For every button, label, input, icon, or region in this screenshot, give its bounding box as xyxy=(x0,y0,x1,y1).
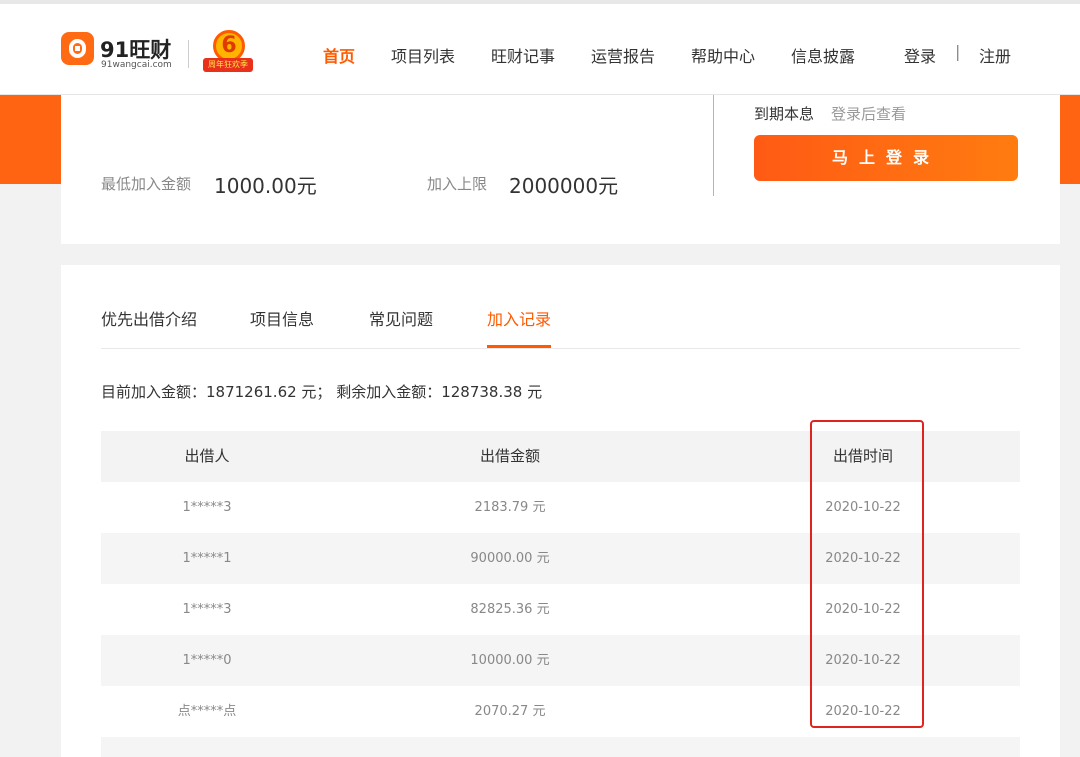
limit-label: 加入上限 xyxy=(427,175,488,193)
banner-band-right xyxy=(1060,95,1080,184)
nav-wangcai-notes[interactable]: 旺财记事 xyxy=(491,43,555,67)
lender-cell: 1*****0 xyxy=(182,653,232,668)
logo-icon[interactable] xyxy=(61,32,94,65)
amount-cell: 10000.00 元 xyxy=(470,653,550,668)
login-link[interactable]: 登录 xyxy=(904,43,936,67)
join-records-table: 出借人 出借金额 出借时间 1*****3 2183.79 元 2020-10-… xyxy=(101,431,1020,757)
login-now-button[interactable]: 马上登录 xyxy=(754,135,1018,181)
tab-intro[interactable]: 优先出借介绍 xyxy=(101,306,197,330)
nav-operation-report[interactable]: 运营报告 xyxy=(591,43,655,67)
header-time: 出借时间 xyxy=(832,447,893,465)
limit-value: 2000000元 xyxy=(509,174,619,198)
tab-project-info[interactable]: 项目信息 xyxy=(250,306,314,330)
table-row: 1*****3 2183.79 元 2020-10-22 xyxy=(101,482,1020,533)
table-header: 出借人 出借金额 出借时间 xyxy=(101,431,1020,482)
time-cell: 2020-10-22 xyxy=(825,500,901,515)
auth-separator: | xyxy=(955,42,961,61)
due-label: 到期本息 xyxy=(754,105,815,123)
nav-home[interactable]: 首页 xyxy=(323,43,355,67)
header-lender: 出借人 xyxy=(184,447,230,465)
nav-info-disclosure[interactable]: 信息披露 xyxy=(791,43,855,67)
tab-divider xyxy=(101,348,1020,349)
tab-join-records[interactable]: 加入记录 xyxy=(487,306,551,330)
table-row-partial xyxy=(101,737,1020,757)
site-header: 91旺财 91wangcai.com 6 周年狂欢季 首页 项目列表 旺财记事 … xyxy=(0,0,1080,95)
time-cell: 2020-10-22 xyxy=(825,704,901,719)
amount-cell: 2183.79 元 xyxy=(474,500,546,515)
header-amount: 出借金额 xyxy=(479,447,540,465)
lender-cell: 1*****3 xyxy=(182,500,232,515)
tab-faq[interactable]: 常见问题 xyxy=(369,306,433,330)
amount-cell: 90000.00 元 xyxy=(470,551,550,566)
anniversary-promo-badge[interactable]: 6 周年狂欢季 xyxy=(203,30,253,74)
brand-url: 91wangcai.com xyxy=(101,60,172,70)
lender-cell: 1*****1 xyxy=(182,551,232,566)
table-row: 1*****3 82825.36 元 2020-10-22 xyxy=(101,584,1020,635)
time-cell: 2020-10-22 xyxy=(825,653,901,668)
logo-divider xyxy=(188,40,189,68)
time-cell: 2020-10-22 xyxy=(825,551,901,566)
table-row: 1*****1 90000.00 元 2020-10-22 xyxy=(101,533,1020,584)
table-row: 1*****0 10000.00 元 2020-10-22 xyxy=(101,635,1020,686)
promo-ribbon: 周年狂欢季 xyxy=(203,58,253,72)
time-cell: 2020-10-22 xyxy=(825,602,901,617)
table-row: 点*****点 2070.27 元 2020-10-22 xyxy=(101,686,1020,737)
amount-cell: 82825.36 元 xyxy=(470,602,550,617)
register-link[interactable]: 注册 xyxy=(979,43,1011,67)
min-amount-value: 1000.00元 xyxy=(214,174,317,198)
due-value: 登录后查看 xyxy=(831,105,907,123)
lender-cell: 1*****3 xyxy=(182,602,232,617)
amount-cell: 2070.27 元 xyxy=(474,704,546,719)
nav-help-center[interactable]: 帮助中心 xyxy=(691,43,755,67)
join-amount-summary: 目前加入金额：1871261.62 元； 剩余加入金额：128738.38 元 xyxy=(101,383,543,401)
nav-project-list[interactable]: 项目列表 xyxy=(391,43,455,67)
active-tab-indicator xyxy=(487,345,551,348)
card-divider xyxy=(713,95,714,196)
min-amount-label: 最低加入金额 xyxy=(101,175,192,193)
banner-band-left xyxy=(0,95,61,184)
lender-cell: 点*****点 xyxy=(177,704,237,719)
